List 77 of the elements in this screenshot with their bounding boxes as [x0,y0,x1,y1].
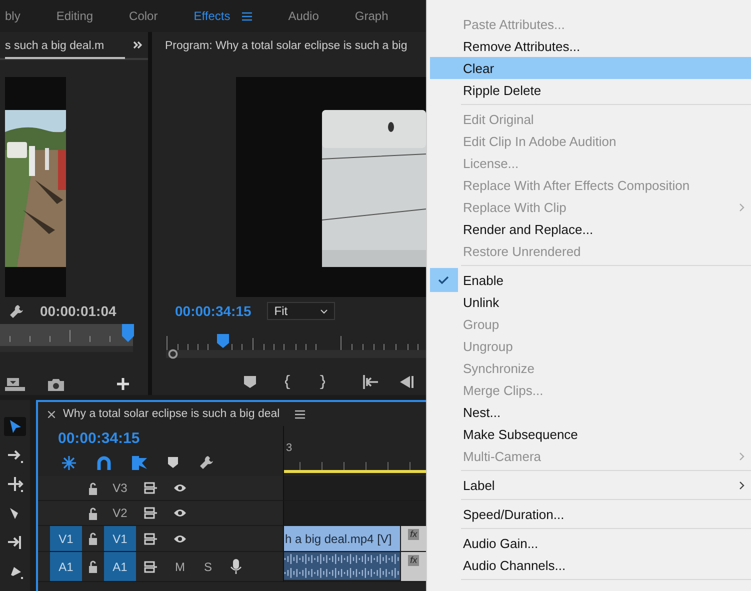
menu-item[interactable]: Label [430,474,751,496]
marker-icon[interactable] [168,457,178,468]
panel-tab[interactable]: s such a big deal.m [5,35,125,59]
mark-out-icon[interactable] [319,375,325,389]
track-target-button[interactable]: V3 [104,476,136,500]
menu-icon[interactable] [242,12,252,20]
add-icon[interactable] [117,378,129,390]
menu-item[interactable]: Nest... [430,401,751,423]
source-patch-button[interactable]: A1 [50,552,82,581]
timecode[interactable]: 00:00:34:15 [58,430,283,447]
lock-icon[interactable] [87,506,99,520]
tool-button[interactable] [4,417,26,436]
menu-item[interactable]: Unlink [430,291,751,313]
ripple-edit-tool-icon[interactable] [6,476,24,493]
time-ruler[interactable] [0,324,133,352]
panel-title: Program: Why a total solar eclipse is such a big [164,40,408,52]
menu-item[interactable]: Render and Replace... [430,218,751,240]
source-patch-button[interactable]: V1 [50,526,82,551]
workspace-tab[interactable]: Color [129,9,158,23]
track-target-button[interactable]: A1 [104,552,136,581]
marker-icon[interactable] [244,376,256,388]
lock-icon[interactable] [87,482,99,494]
timecode[interactable]: 00:00:34:15 [175,303,252,319]
microphone-icon[interactable] [230,558,242,574]
wrench-icon[interactable] [9,304,24,318]
video-clip[interactable]: h a big deal.mp4 [V] [284,526,400,551]
wrench-icon[interactable] [199,455,214,470]
fx-badge[interactable]: fx [408,529,420,540]
eye-icon[interactable] [173,507,187,519]
lock-icon[interactable] [87,560,99,573]
menu-item[interactable]: Audio Gain... [430,532,751,554]
zoom-dropdown[interactable]: Fit [267,302,336,320]
track-target-button[interactable]: V2 [104,501,136,525]
export-frame-icon[interactable] [5,377,25,391]
step-back-icon[interactable] [400,376,414,388]
menu-icon[interactable] [294,410,305,418]
close-icon[interactable] [48,410,55,418]
panel-title[interactable]: Why a total solar eclipse is such a big deal [63,408,280,420]
camera-icon[interactable] [48,378,64,390]
sync-lock-icon[interactable] [144,482,158,494]
timecode: 00:00:01:04 [40,303,116,319]
snap-icon[interactable] [97,456,111,470]
fx-badge[interactable]: fx [408,555,420,566]
go-to-in-icon[interactable] [363,375,379,389]
solo-button[interactable]: S [194,552,222,581]
track-target-button[interactable]: V1 [104,526,136,551]
menu-item[interactable]: Enable [430,269,751,291]
menu-item[interactable]: Make Subsequence [430,423,751,445]
sync-lock-icon[interactable] [144,507,158,519]
workspace-tab[interactable]: bly [5,9,20,23]
menu-item[interactable]: Ripple Delete [430,79,751,101]
menu-item[interactable]: Speed/Duration... [430,503,751,525]
in-point-handle-icon[interactable] [168,349,178,359]
overflow-icon[interactable] [133,41,143,49]
playhead[interactable] [217,334,230,348]
sync-lock-icon[interactable] [144,560,158,572]
eye-icon[interactable] [173,532,187,544]
ruler-label: 3 [286,442,292,454]
mute-button[interactable]: M [166,552,194,581]
workspace-tab[interactable]: Editing [56,9,94,23]
playhead[interactable] [122,324,134,342]
menu-item[interactable]: Remove Attributes... [430,35,751,57]
menu-item[interactable]: Clear [430,57,751,79]
workspace-tab[interactable]: Effects [194,9,230,23]
mark-in-icon[interactable] [285,375,291,389]
workspace-tab[interactable]: Graph [354,9,388,23]
sync-lock-icon[interactable] [144,532,158,544]
linked-selection-icon[interactable] [132,456,147,470]
slip-tool-icon[interactable] [6,534,24,551]
video-clip[interactable]: fx [401,526,426,551]
workspace-tab[interactable]: Audio [288,9,319,23]
lock-icon[interactable] [87,532,99,545]
audio-clip[interactable]: fx [401,552,426,581]
menu-item[interactable]: Audio Channels... [430,554,751,576]
audio-clip[interactable] [284,552,400,580]
caret-icon [320,308,328,314]
eye-icon[interactable] [173,482,187,494]
